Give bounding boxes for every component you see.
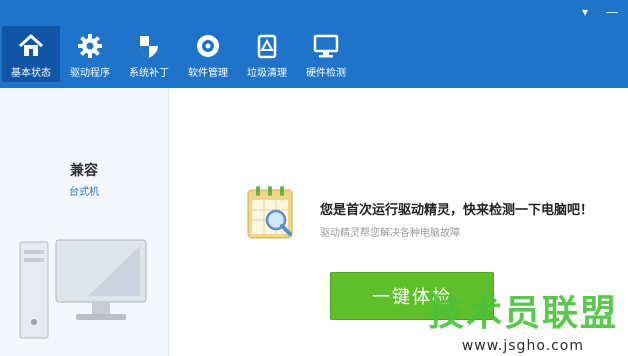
left-panel: 兼容 台式机 — [0, 88, 169, 356]
nav-item-label: 硬件检测 — [306, 68, 346, 79]
menu-icon[interactable]: ▾ — [582, 6, 588, 18]
nav-item-drivers[interactable]: 驱动程序 — [61, 26, 119, 82]
device-type-link[interactable]: 台式机 — [0, 183, 168, 198]
nav-item-hardware[interactable]: 硬件检测 — [297, 26, 355, 82]
shield-icon — [140, 36, 158, 58]
nav-item-label: 垃圾清理 — [247, 68, 287, 79]
nav-item-patches[interactable]: 系统补丁 — [120, 26, 178, 82]
window-controls: ▾ — — [582, 6, 618, 18]
top-bar: ▾ — 基本状态 驱动程序 系统补丁 软件管理 垃圾清理 硬件检测 — [0, 0, 628, 88]
nav-item-label: 基本状态 — [11, 68, 51, 79]
recycle-icon — [257, 34, 277, 59]
monitor-icon — [313, 34, 339, 58]
home-icon — [18, 34, 44, 56]
nav-item-cleanup[interactable]: 垃圾清理 — [238, 26, 296, 82]
minimize-icon[interactable]: — — [606, 6, 618, 18]
calendar-icon — [247, 186, 293, 239]
disc-icon — [197, 35, 219, 57]
gear-icon — [78, 34, 102, 58]
compat-title: 兼容 — [70, 163, 98, 179]
headline: 您是首次运行驱动精灵，快来检测一下电脑吧！ — [320, 203, 594, 218]
watermark-logo-text: 技术员联盟 — [427, 293, 618, 334]
nav-item-label: 系统补丁 — [129, 68, 169, 79]
nav-item-basic-status[interactable]: 基本状态 — [2, 26, 60, 82]
nav-item-software[interactable]: 软件管理 — [179, 26, 237, 82]
nav-item-label: 驱动程序 — [70, 68, 110, 79]
main-nav: 基本状态 驱动程序 系统补丁 软件管理 垃圾清理 硬件检测 — [2, 26, 356, 82]
desktop-pc-icon — [19, 239, 147, 339]
watermark-url: www.jsgho.com — [461, 338, 584, 354]
watermark: 技术员联盟 www.jsgho.com — [388, 282, 628, 356]
nav-item-label: 软件管理 — [188, 68, 228, 79]
subline: 驱动精灵帮您解决各种电脑故障 — [320, 228, 460, 239]
